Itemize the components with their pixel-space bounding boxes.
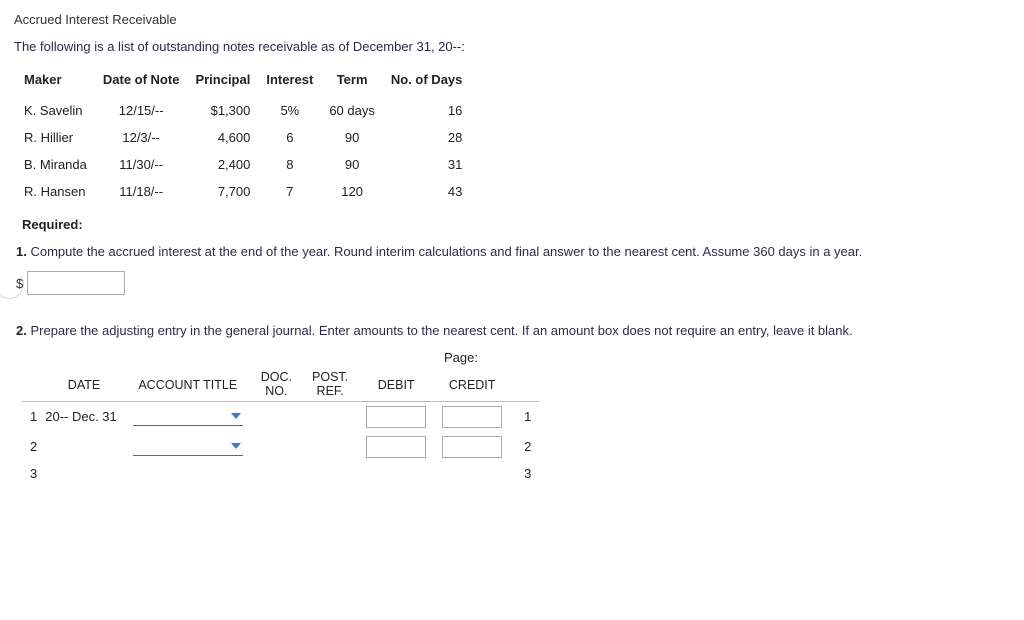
cell-term: 90 — [327, 151, 389, 178]
col-interest: Interest — [264, 70, 327, 97]
page-label: Page: — [444, 350, 1010, 365]
col-principal: Principal — [193, 70, 264, 97]
cell-interest: 5% — [264, 97, 327, 124]
journal-row: 2 2 — [22, 432, 539, 462]
row-date — [43, 462, 125, 485]
journal-row: 1 20-- Dec. 31 1 — [22, 401, 539, 432]
question-2: 2. Prepare the adjusting entry in the ge… — [16, 323, 1010, 338]
debit-input[interactable] — [366, 406, 426, 428]
accrued-interest-input[interactable] — [27, 271, 125, 295]
account-title-dropdown[interactable] — [133, 437, 243, 456]
cell-principal: 7,700 — [193, 178, 264, 205]
chevron-down-icon — [231, 443, 241, 449]
question-1: 1. Compute the accrued interest at the e… — [16, 244, 1010, 259]
table-row: K. Savelin 12/15/-- $1,300 5% 60 days 16 — [22, 97, 476, 124]
chevron-down-icon — [231, 413, 241, 419]
journal-row: 3 3 — [22, 462, 539, 485]
row-num: 3 — [22, 462, 43, 485]
q2-num: 2. — [16, 323, 27, 338]
row-date: 20-- Dec. 31 — [43, 401, 125, 432]
intro-text: The following is a list of outstanding n… — [14, 39, 1010, 54]
table-row: R. Hillier 12/3/-- 4,600 6 90 28 — [22, 124, 476, 151]
col-date: Date of Note — [101, 70, 194, 97]
table-row: B. Miranda 11/30/-- 2,400 8 90 31 — [22, 151, 476, 178]
row-sidenum: 1 — [510, 401, 539, 432]
cell-interest: 7 — [264, 178, 327, 205]
jh-account: ACCOUNT TITLE — [125, 369, 251, 401]
cell-principal: 4,600 — [193, 124, 264, 151]
cell-days: 28 — [389, 124, 477, 151]
cell-days: 43 — [389, 178, 477, 205]
cell-interest: 6 — [264, 124, 327, 151]
cell-days: 31 — [389, 151, 477, 178]
account-title-dropdown[interactable] — [133, 407, 243, 426]
q2-text: Prepare the adjusting entry in the gener… — [30, 323, 852, 338]
jh-date: DATE — [43, 369, 125, 401]
cell-term: 90 — [327, 124, 389, 151]
page-title: Accrued Interest Receivable — [14, 12, 1010, 27]
credit-input[interactable] — [442, 436, 502, 458]
cell-date: 12/3/-- — [101, 124, 194, 151]
debit-input[interactable] — [366, 436, 426, 458]
col-days: No. of Days — [389, 70, 477, 97]
col-term: Term — [327, 70, 389, 97]
cell-maker: R. Hansen — [22, 178, 101, 205]
row-num: 1 — [22, 401, 43, 432]
row-sidenum: 3 — [510, 462, 539, 485]
jh-debit: DEBIT — [358, 369, 434, 401]
row-num: 2 — [22, 432, 43, 462]
cell-days: 16 — [389, 97, 477, 124]
required-label: Required: — [22, 217, 1010, 232]
cell-term: 60 days — [327, 97, 389, 124]
cell-principal: $1,300 — [193, 97, 264, 124]
answer-row: $ — [16, 271, 1010, 295]
credit-input[interactable] — [442, 406, 502, 428]
jh-credit: CREDIT — [434, 369, 510, 401]
cell-date: 11/30/-- — [101, 151, 194, 178]
journal-table: DATE ACCOUNT TITLE DOC.NO. POST.REF. DEB… — [22, 369, 539, 485]
cell-maker: K. Savelin — [22, 97, 101, 124]
notes-table: Maker Date of Note Principal Interest Te… — [22, 70, 476, 205]
cell-date: 12/15/-- — [101, 97, 194, 124]
jh-docno: DOC.NO. — [251, 369, 302, 401]
q1-num: 1. — [16, 244, 27, 259]
cell-term: 120 — [327, 178, 389, 205]
col-maker: Maker — [22, 70, 101, 97]
currency-symbol: $ — [16, 276, 23, 291]
row-sidenum: 2 — [510, 432, 539, 462]
q1-text: Compute the accrued interest at the end … — [30, 244, 862, 259]
jh-postref: POST.REF. — [302, 369, 358, 401]
row-date — [43, 432, 125, 462]
cell-interest: 8 — [264, 151, 327, 178]
table-row: R. Hansen 11/18/-- 7,700 7 120 43 — [22, 178, 476, 205]
cell-maker: R. Hillier — [22, 124, 101, 151]
cell-principal: 2,400 — [193, 151, 264, 178]
cell-maker: B. Miranda — [22, 151, 101, 178]
cell-date: 11/18/-- — [101, 178, 194, 205]
